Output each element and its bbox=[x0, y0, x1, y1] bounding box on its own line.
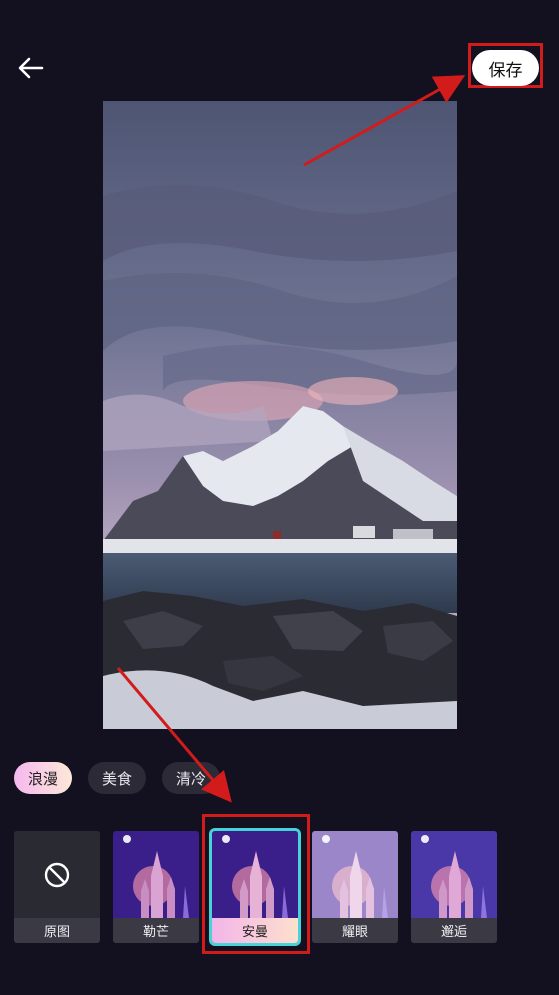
filter-label: 勒芒 bbox=[113, 918, 199, 943]
category-tabs: 浪漫 美食 清冷 bbox=[14, 762, 221, 794]
save-button[interactable]: 保存 bbox=[472, 50, 539, 86]
filter-annotation-box bbox=[202, 814, 310, 954]
photo-preview bbox=[103, 101, 457, 729]
castle-thumbnail bbox=[312, 831, 398, 918]
filter-label: 耀眼 bbox=[312, 918, 398, 943]
category-tab-food[interactable]: 美食 bbox=[88, 762, 147, 794]
back-arrow-icon bbox=[18, 57, 44, 79]
category-tab-cool[interactable]: 清冷 bbox=[162, 762, 221, 794]
castle-thumbnail bbox=[411, 831, 497, 918]
filter-label: 原图 bbox=[14, 918, 100, 943]
filter-label: 邂逅 bbox=[411, 918, 497, 943]
filter-item-lemans[interactable]: 勒芒 bbox=[113, 831, 199, 943]
castle-thumbnail bbox=[113, 831, 199, 918]
filter-item-encounter[interactable]: 邂逅 bbox=[411, 831, 497, 943]
filter-item-original[interactable]: 原图 bbox=[14, 831, 100, 943]
no-filter-icon bbox=[44, 862, 70, 887]
filter-item-dazzling[interactable]: 耀眼 bbox=[312, 831, 398, 943]
no-filter-thumb bbox=[14, 831, 100, 918]
category-tab-romantic[interactable]: 浪漫 bbox=[14, 762, 73, 794]
back-button[interactable] bbox=[14, 52, 48, 84]
